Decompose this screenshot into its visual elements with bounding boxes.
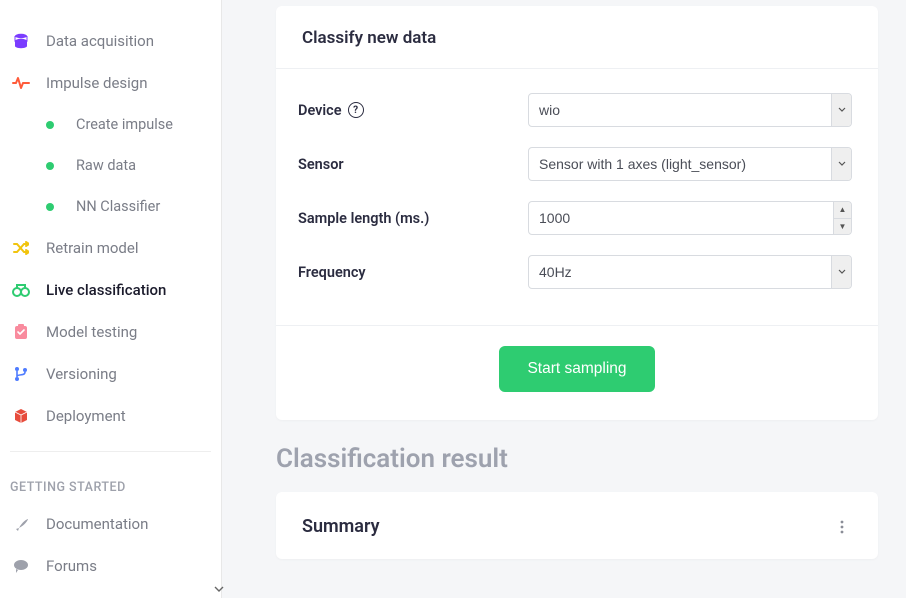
sidebar-item-label: Model testing <box>46 323 137 341</box>
sidebar-item-label: Live classification <box>46 281 166 299</box>
form-row-sensor: Sensor Sensor with 1 axes (light_sensor) <box>298 147 852 181</box>
sidebar-item-deployment[interactable]: Deployment <box>0 395 221 437</box>
chat-icon <box>10 559 32 573</box>
rocket-icon <box>10 516 32 532</box>
status-dot-icon <box>46 121 54 129</box>
sidebar-sub-nn-classifier[interactable]: NN Classifier <box>0 186 221 227</box>
sidebar-item-label: Data acquisition <box>46 32 154 50</box>
frequency-label: Frequency <box>298 264 528 281</box>
sidebar-section-getting-started: GETTING STARTED <box>0 466 221 503</box>
device-select[interactable]: wio <box>528 93 852 127</box>
sidebar: Data acquisition Impulse design Create i… <box>0 0 222 598</box>
sidebar-item-label: Forums <box>46 557 97 575</box>
sample-length-input[interactable] <box>528 201 852 235</box>
pulse-icon <box>10 76 32 90</box>
sidebar-sub-create-impulse[interactable]: Create impulse <box>0 104 221 145</box>
status-dot-icon <box>46 162 54 170</box>
sampling-row: Start sampling <box>276 326 878 420</box>
classify-card: Classify new data Device ? wio Se <box>276 6 878 420</box>
sidebar-sub-raw-data[interactable]: Raw data <box>0 145 221 186</box>
sensor-label: Sensor <box>298 156 528 173</box>
sensor-select[interactable]: Sensor with 1 axes (light_sensor) <box>528 147 852 181</box>
cube-icon <box>10 408 32 424</box>
sidebar-sub-label: Raw data <box>76 157 136 174</box>
shuffle-icon <box>10 241 32 255</box>
classify-form: Device ? wio Sensor Sensor with 1 axes <box>276 69 878 326</box>
sidebar-item-retrain-model[interactable]: Retrain model <box>0 227 221 269</box>
summary-title: Summary <box>302 516 380 537</box>
sidebar-divider <box>10 451 211 452</box>
sidebar-item-forums[interactable]: Forums <box>0 545 221 587</box>
clipboard-icon <box>10 324 32 340</box>
device-label: Device ? <box>298 102 528 119</box>
sidebar-item-label: Deployment <box>46 407 126 425</box>
branch-icon <box>10 366 32 382</box>
sidebar-sub-label: Create impulse <box>76 116 173 133</box>
form-row-device: Device ? wio <box>298 93 852 127</box>
sample-length-label: Sample length (ms.) <box>298 210 528 227</box>
start-sampling-button[interactable]: Start sampling <box>499 346 654 392</box>
status-dot-icon <box>46 203 54 211</box>
classify-card-header: Classify new data <box>276 6 878 69</box>
form-row-frequency: Frequency 40Hz <box>298 255 852 289</box>
sidebar-sub-label: NN Classifier <box>76 198 160 215</box>
sidebar-item-label: Impulse design <box>46 74 148 92</box>
database-icon <box>10 33 32 49</box>
sidebar-item-impulse-design[interactable]: Impulse design <box>0 62 221 104</box>
sidebar-item-label: Documentation <box>46 515 148 533</box>
sidebar-item-versioning[interactable]: Versioning <box>0 353 221 395</box>
classify-card-title: Classify new data <box>302 28 852 48</box>
classification-result-heading: Classification result <box>276 444 878 474</box>
frequency-select[interactable]: 40Hz <box>528 255 852 289</box>
sidebar-item-data-acquisition[interactable]: Data acquisition <box>0 20 221 62</box>
help-icon[interactable]: ? <box>348 102 364 118</box>
summary-card-header: Summary <box>276 492 878 559</box>
main-content: Classify new data Device ? wio Se <box>222 0 906 598</box>
sidebar-item-model-testing[interactable]: Model testing <box>0 311 221 353</box>
summary-card: Summary <box>276 492 878 559</box>
sidebar-item-label: Retrain model <box>46 239 138 257</box>
sidebar-item-documentation[interactable]: Documentation <box>0 503 221 545</box>
sidebar-item-live-classification[interactable]: Live classification <box>0 269 221 311</box>
binoculars-icon <box>10 283 32 297</box>
form-row-sample-length: Sample length (ms.) ▲▼ <box>298 201 852 235</box>
more-options-button[interactable] <box>832 517 852 537</box>
sidebar-item-label: Versioning <box>46 365 117 383</box>
